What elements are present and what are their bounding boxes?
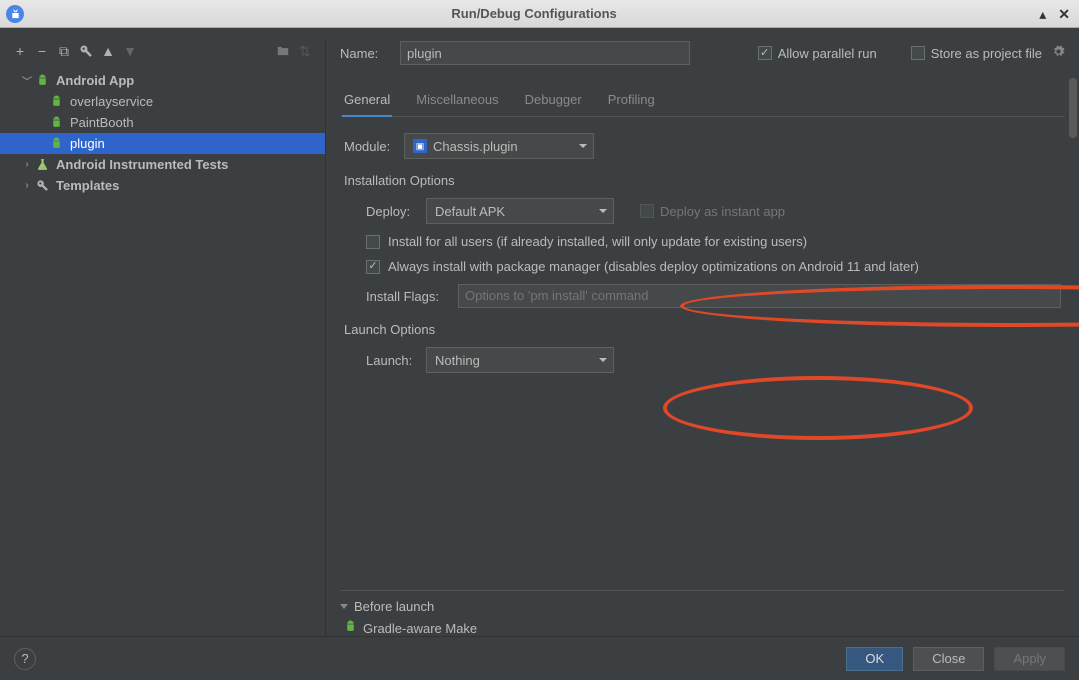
module-value: Chassis.plugin <box>433 139 518 154</box>
module-select[interactable]: ▣ Chassis.plugin <box>404 133 594 159</box>
tree-node-android-app[interactable]: ﹀ Android App <box>0 70 325 91</box>
store-project-label: Store as project file <box>931 46 1042 61</box>
install-section-title: Installation Options <box>344 173 1061 188</box>
before-launch-header[interactable]: Before launch <box>340 599 1065 614</box>
tree-label: PaintBooth <box>70 115 134 130</box>
general-form: Module: ▣ Chassis.plugin Installation Op… <box>326 117 1079 590</box>
deploy-label: Deploy: <box>366 204 418 219</box>
allow-parallel-checkbox[interactable]: Allow parallel run <box>758 46 877 61</box>
triangle-down-icon <box>340 604 348 609</box>
store-project-checkbox[interactable]: Store as project file <box>911 45 1065 61</box>
config-tree: ﹀ Android App overlayservice <box>0 64 325 636</box>
tree-label: plugin <box>70 136 105 151</box>
install-all-users-label: Install for all users (if already instal… <box>388 234 807 249</box>
launch-value: Nothing <box>435 353 480 368</box>
window-title: Run/Debug Configurations <box>32 6 1036 21</box>
android-icon <box>48 136 64 152</box>
module-icon: ▣ <box>413 139 427 153</box>
minimize-icon[interactable]: ▴ <box>1036 7 1049 21</box>
tree-label: Android Instrumented Tests <box>56 157 228 172</box>
deploy-instant-label: Deploy as instant app <box>660 204 785 219</box>
tree-label: Templates <box>56 178 119 193</box>
dialog-body: + − ⧉ ▲ ▼ ⇅ ﹀ <box>0 28 1079 680</box>
module-label: Module: <box>344 139 404 154</box>
remove-icon[interactable]: − <box>34 43 50 59</box>
tab-misc[interactable]: Miscellaneous <box>414 92 500 116</box>
up-icon[interactable]: ▲ <box>100 43 116 59</box>
checkbox-icon <box>758 46 772 60</box>
before-launch-item[interactable]: Gradle-aware Make <box>340 614 1065 636</box>
tree-node-templates[interactable]: › Templates <box>0 175 325 196</box>
install-flags-placeholder: Options to 'pm install' command <box>465 288 648 303</box>
android-icon <box>48 94 64 110</box>
tree-node-instrumented[interactable]: › Android Instrumented Tests <box>0 154 325 175</box>
wrench-icon[interactable] <box>78 43 94 59</box>
checkbox-icon <box>911 46 925 60</box>
launch-label: Launch: <box>366 353 418 368</box>
launch-select[interactable]: Nothing <box>426 347 614 373</box>
close-button[interactable]: Close <box>913 647 984 671</box>
wrench-icon <box>34 178 50 194</box>
flask-icon <box>34 157 50 173</box>
tab-general[interactable]: General <box>342 92 392 117</box>
window-title-bar: Run/Debug Configurations ▴ ✕ <box>0 0 1079 28</box>
deploy-instant-checkbox: Deploy as instant app <box>640 204 785 219</box>
before-launch-section: Before launch Gradle-aware Make <box>340 590 1065 636</box>
app-icon <box>6 5 24 23</box>
scrollbar-thumb[interactable] <box>1069 78 1077 138</box>
name-input[interactable] <box>400 41 690 65</box>
android-icon <box>48 115 64 131</box>
help-button[interactable]: ? <box>14 648 36 670</box>
gear-icon[interactable] <box>1052 45 1065 61</box>
add-icon[interactable]: + <box>12 43 28 59</box>
vertical-scrollbar[interactable] <box>1069 78 1077 626</box>
tab-debugger[interactable]: Debugger <box>523 92 584 116</box>
chevron-right-icon: › <box>20 159 34 170</box>
chevron-right-icon: › <box>20 180 34 191</box>
chevron-down-icon <box>599 358 607 362</box>
close-window-icon[interactable]: ✕ <box>1055 7 1073 21</box>
chevron-down-icon: ﹀ <box>20 73 34 88</box>
deploy-value: Default APK <box>435 204 505 219</box>
tab-bar: General Miscellaneous Debugger Profiling <box>340 92 1065 117</box>
left-panel: + − ⧉ ▲ ▼ ⇅ ﹀ <box>0 38 326 636</box>
name-label: Name: <box>340 46 390 61</box>
tree-node-plugin[interactable]: plugin <box>0 133 325 154</box>
launch-section-title: Launch Options <box>344 322 1061 337</box>
install-flags-label: Install Flags: <box>366 289 450 304</box>
tree-label: Android App <box>56 73 134 88</box>
install-all-users-checkbox[interactable] <box>366 235 380 249</box>
bottom-bar: ? OK Close Apply <box>0 636 1079 680</box>
before-launch-label: Before launch <box>354 599 434 614</box>
config-toolbar: + − ⧉ ▲ ▼ ⇅ <box>0 38 325 64</box>
tab-profiling[interactable]: Profiling <box>606 92 657 116</box>
right-panel: Name: Allow parallel run Store as projec… <box>326 38 1079 636</box>
always-pm-label: Always install with package manager (dis… <box>388 259 919 274</box>
sort-icon[interactable]: ⇅ <box>297 43 313 59</box>
chevron-down-icon <box>599 209 607 213</box>
tree-node-overlayservice[interactable]: overlayservice <box>0 91 325 112</box>
checkbox-icon <box>640 204 654 218</box>
android-icon <box>344 620 357 636</box>
gradle-make-label: Gradle-aware Make <box>363 621 477 636</box>
ok-button[interactable]: OK <box>846 647 903 671</box>
apply-button[interactable]: Apply <box>994 647 1065 671</box>
android-icon <box>34 73 50 89</box>
folder-icon[interactable] <box>275 43 291 59</box>
allow-parallel-label: Allow parallel run <box>778 46 877 61</box>
copy-icon[interactable]: ⧉ <box>56 43 72 59</box>
always-pm-checkbox[interactable] <box>366 260 380 274</box>
tree-label: overlayservice <box>70 94 153 109</box>
install-flags-input[interactable]: Options to 'pm install' command <box>458 284 1061 308</box>
chevron-down-icon <box>579 144 587 148</box>
down-icon[interactable]: ▼ <box>122 43 138 59</box>
tree-node-paintbooth[interactable]: PaintBooth <box>0 112 325 133</box>
deploy-select[interactable]: Default APK <box>426 198 614 224</box>
